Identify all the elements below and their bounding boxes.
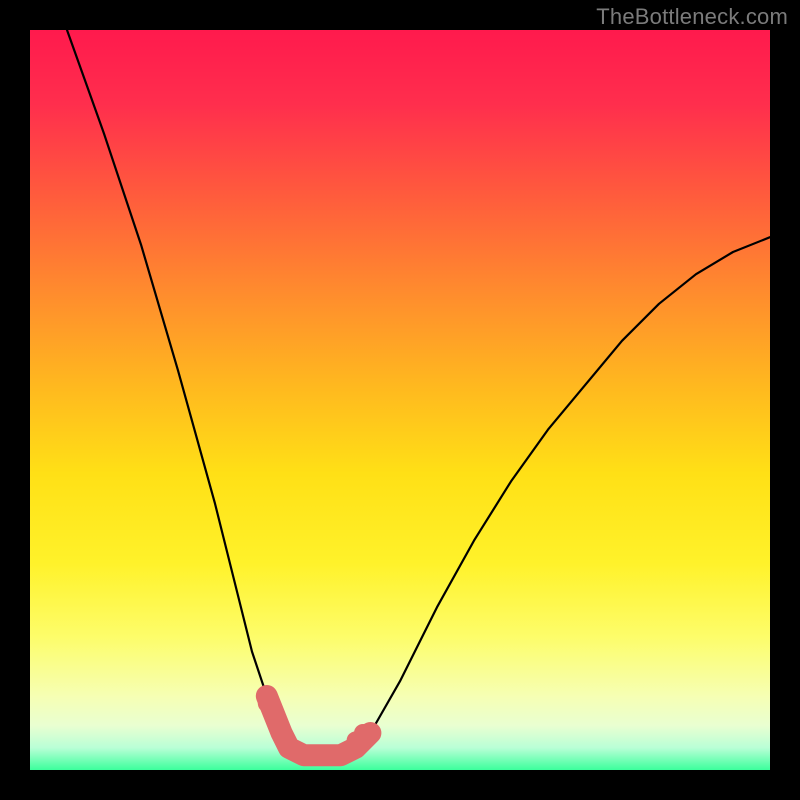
bottleneck-curve xyxy=(67,30,770,755)
chart-frame: TheBottleneck.com xyxy=(0,0,800,800)
watermark-text: TheBottleneck.com xyxy=(596,4,788,30)
curve-marker xyxy=(273,724,291,742)
curve-layer xyxy=(30,30,770,770)
curve-marker xyxy=(354,724,372,742)
curve-marker xyxy=(258,694,276,712)
plot-area xyxy=(30,30,770,770)
